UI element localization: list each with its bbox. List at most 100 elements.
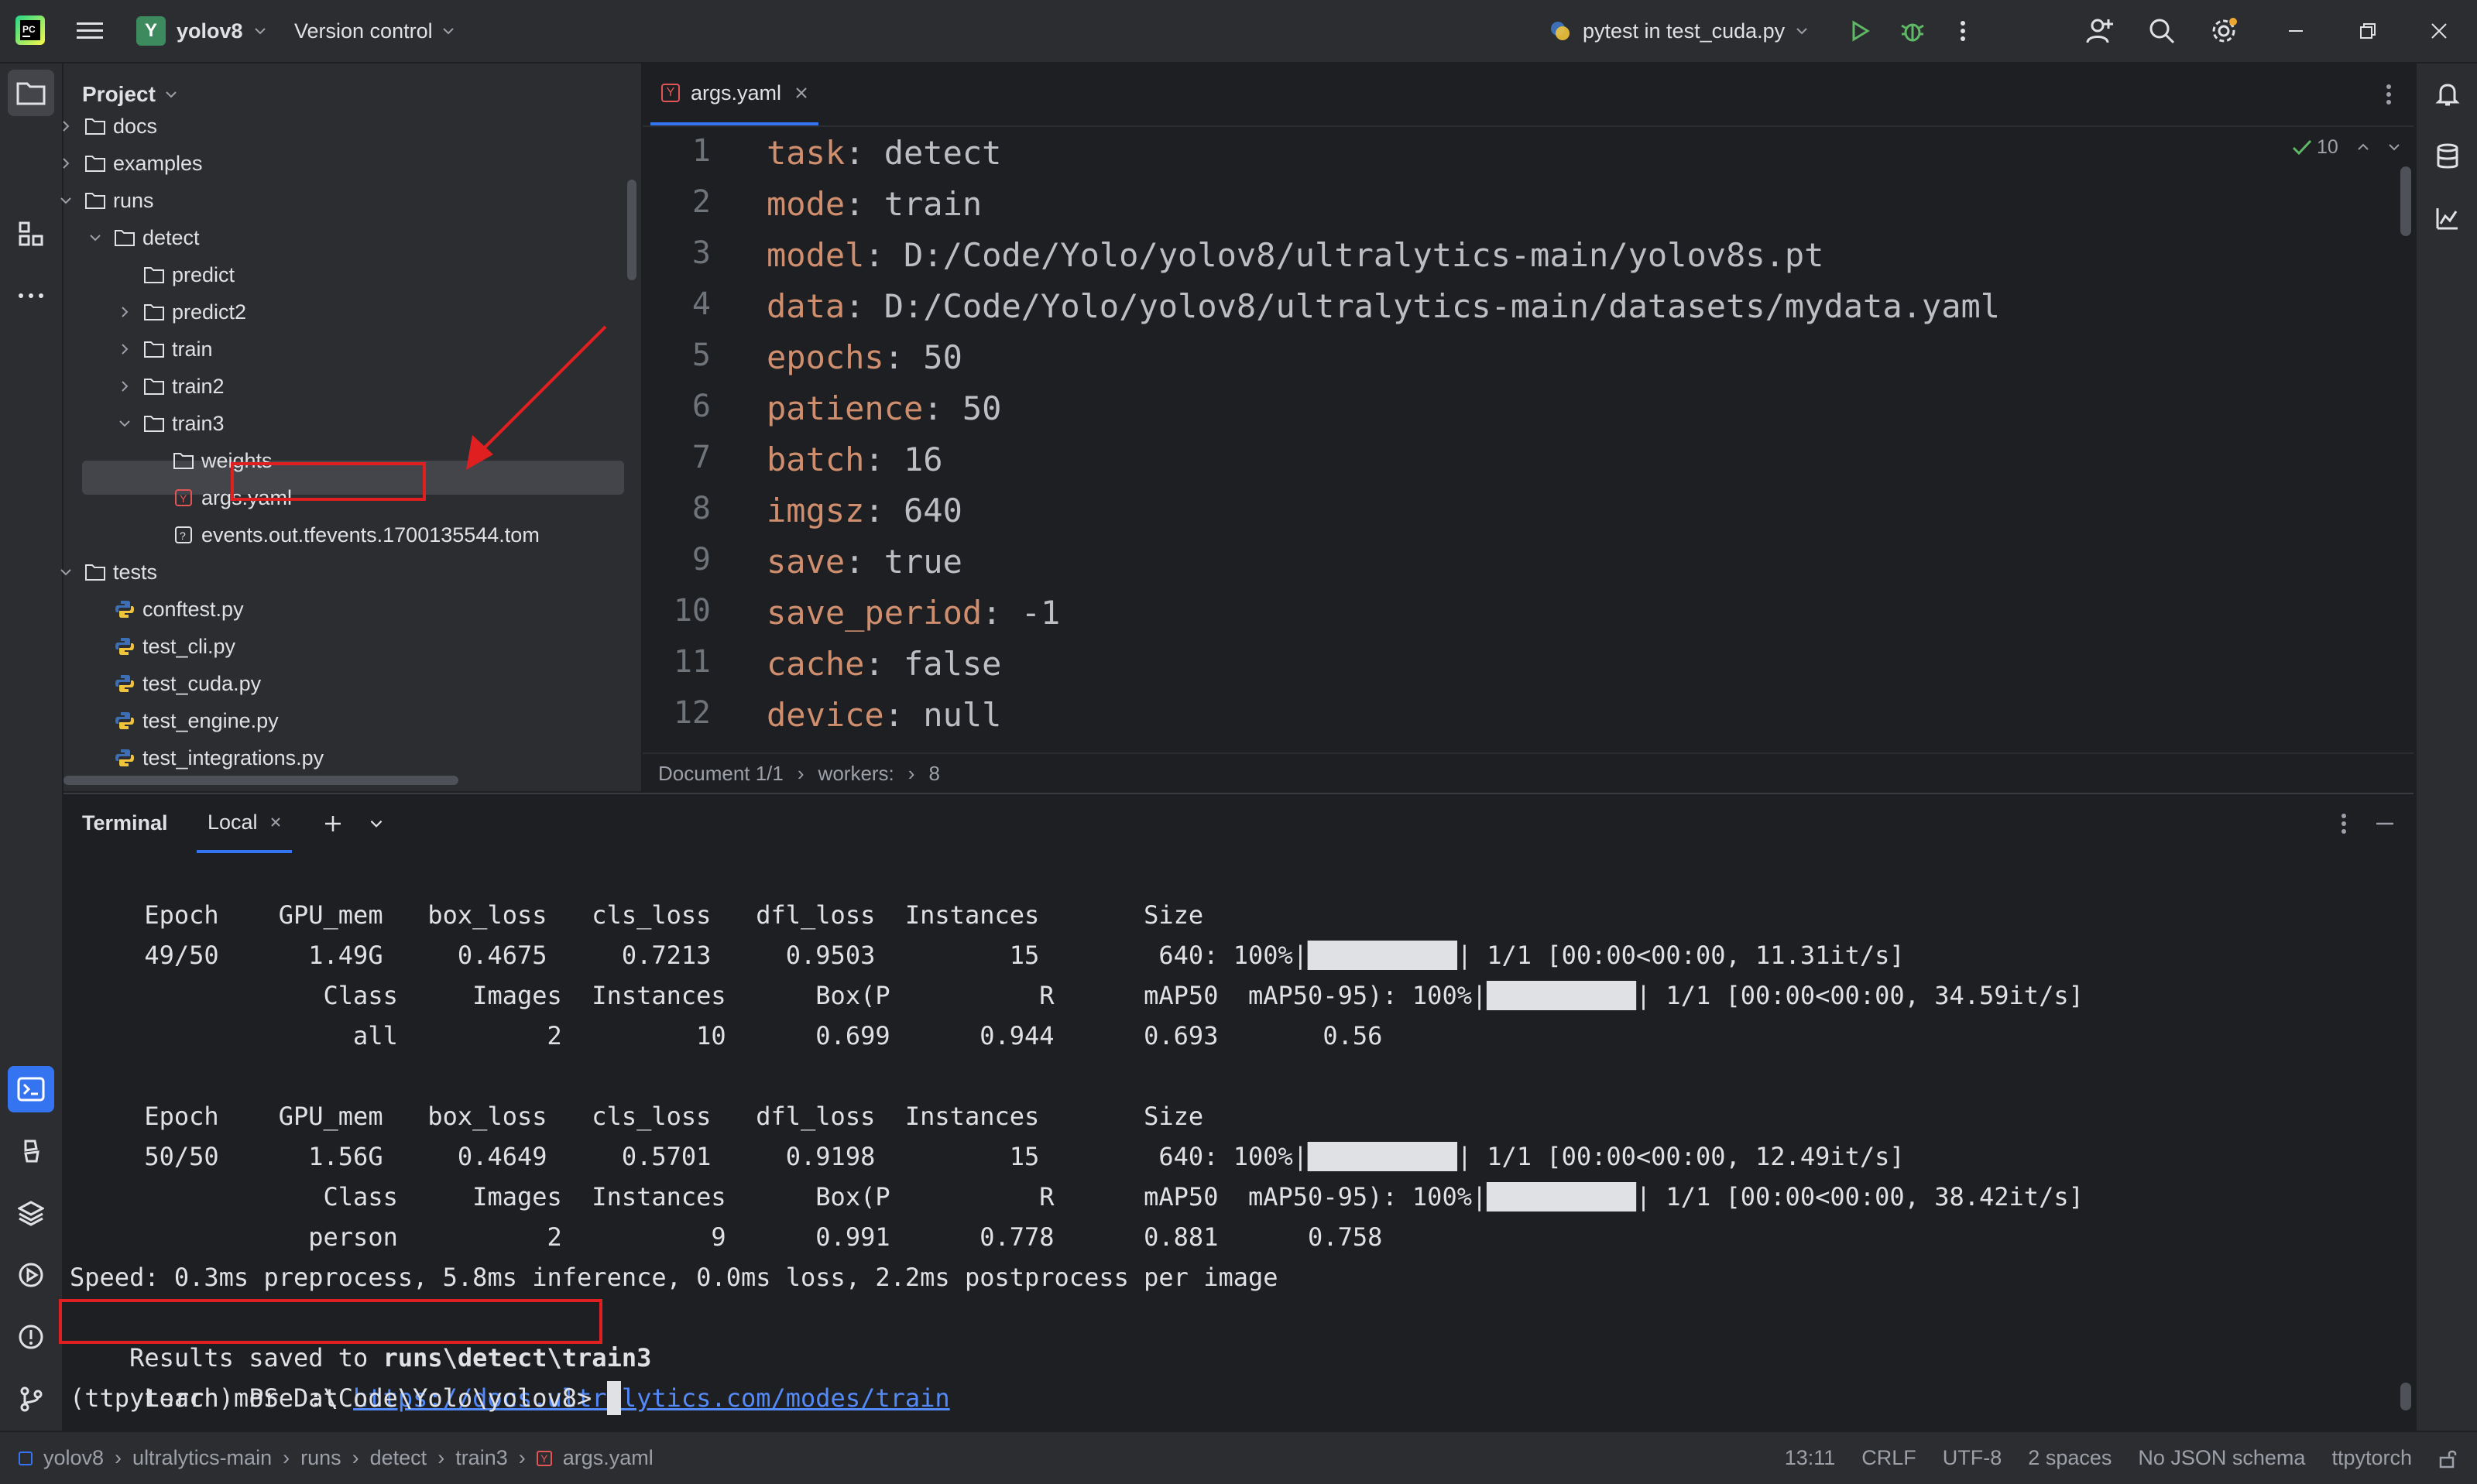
editor-tab-options[interactable] [2377, 79, 2400, 110]
tree-item-docs[interactable]: docs [56, 108, 157, 144]
editor-tab-args-yaml[interactable]: Y args.yaml [650, 63, 819, 125]
yaml-value: train [864, 184, 983, 223]
tree-item-conftest-py[interactable]: conftest.py [85, 591, 244, 627]
debug-button[interactable] [1897, 15, 1928, 46]
tree-item-test-engine-py[interactable]: test_engine.py [85, 703, 279, 739]
status-crumb[interactable]: yolov8 [43, 1446, 104, 1470]
tree-item-tests[interactable]: tests [56, 554, 157, 590]
chevron-down-icon[interactable] [2386, 139, 2402, 155]
pycharm-logo-icon[interactable]: PC [15, 15, 45, 45]
terminal-tool-button[interactable] [8, 1066, 54, 1112]
database-button[interactable] [2424, 133, 2471, 180]
chevron-down-icon[interactable] [56, 562, 76, 582]
tree-item-predict2[interactable]: predict2 [115, 294, 246, 330]
search-button[interactable] [2145, 14, 2179, 48]
terminal-dropdown-button[interactable] [361, 808, 392, 839]
tree-item-test-cuda-py[interactable]: test_cuda.py [85, 666, 261, 701]
chevron-down-icon[interactable] [56, 190, 76, 211]
crumb-workers[interactable]: workers: [818, 762, 894, 786]
code-line[interactable]: batch: 16 [767, 434, 943, 485]
code-line[interactable]: patience: 50 [767, 382, 1001, 434]
code-line[interactable]: save: true [767, 536, 962, 587]
chevron-down-icon[interactable] [115, 413, 135, 434]
chevron-right-icon[interactable] [115, 339, 135, 359]
chevron-down-icon[interactable] [85, 228, 105, 248]
code-line[interactable]: data: D:/Code/Yolo/yolov8/ultralytics-ma… [767, 280, 2000, 331]
tree-item-train3[interactable]: train3 [115, 406, 225, 441]
new-terminal-button[interactable] [317, 808, 348, 839]
tree-item-train2[interactable]: train2 [115, 368, 225, 404]
run-configuration-selector[interactable]: pytest in test_cuda.py [1549, 15, 1810, 46]
hide-terminal-button[interactable] [2369, 808, 2400, 839]
tree-item-runs[interactable]: runs [56, 183, 154, 218]
line-number: 5 [691, 338, 711, 373]
close-tab-icon[interactable] [270, 817, 281, 828]
code-line[interactable]: imgsz: 640 [767, 485, 962, 536]
structure-tool-button[interactable] [8, 211, 54, 257]
tree-item-train[interactable]: train [115, 331, 213, 367]
tree-horizontal-scrollbar[interactable] [63, 776, 458, 785]
chevron-right-icon[interactable] [115, 302, 135, 322]
chevron-up-icon[interactable] [2355, 139, 2371, 155]
minimize-button[interactable] [2280, 15, 2311, 46]
crumb-document[interactable]: Document 1/1 [658, 762, 784, 786]
restore-button[interactable] [2352, 15, 2383, 46]
python-packages-button[interactable] [8, 1190, 54, 1236]
chevron-right-icon[interactable] [56, 153, 76, 173]
version-control-menu[interactable]: Version control [294, 15, 456, 46]
json-schema[interactable]: No JSON schema [2138, 1446, 2305, 1470]
code-line[interactable]: mode: train [767, 178, 982, 229]
tree-item-examples[interactable]: examples [56, 146, 203, 181]
tree-item-detect[interactable]: detect [85, 220, 200, 255]
status-crumb[interactable]: runs [300, 1446, 341, 1470]
run-button[interactable] [1844, 15, 1875, 46]
terminal-scrollbar[interactable] [2400, 1383, 2411, 1410]
status-crumb[interactable]: detect [370, 1446, 427, 1470]
code-line[interactable]: cache: false [767, 638, 1001, 689]
python-console-button[interactable] [8, 1128, 54, 1174]
project-tool-button[interactable] [8, 70, 54, 116]
code-line[interactable]: device: null [767, 689, 1001, 740]
indent-setting[interactable]: 2 spaces [2028, 1446, 2112, 1470]
status-crumb[interactable]: args.yaml [563, 1446, 654, 1470]
terminal-prompt-line[interactable]: (ttpytorch) PS D:\Code\Yolo\yolov8> [70, 1378, 621, 1418]
tree-item-predict[interactable]: predict [115, 257, 235, 293]
project-panel-header[interactable]: Project [82, 79, 179, 110]
close-window-button[interactable] [2424, 15, 2455, 46]
code-line[interactable]: model: D:/Code/Yolo/yolov8/ultralytics-m… [767, 229, 1823, 280]
tree-scrollbar[interactable] [627, 180, 636, 280]
code-line[interactable]: epochs: 50 [767, 331, 962, 382]
main-menu-icon[interactable] [74, 17, 105, 45]
python-interpreter[interactable]: ttpytorch [2331, 1446, 2412, 1470]
code-with-me-button[interactable] [2083, 14, 2117, 48]
more-tools-button[interactable] [8, 272, 54, 319]
tree-item-test-cli-py[interactable]: test_cli.py [85, 629, 235, 664]
git-branch-icon [20, 1386, 43, 1412]
code-line[interactable]: task: detect [767, 127, 1001, 178]
chevron-right-icon[interactable] [56, 116, 76, 136]
services-button[interactable] [8, 1252, 54, 1298]
code-line[interactable]: save_period: -1 [767, 587, 1060, 638]
editor-scrollbar[interactable] [2400, 166, 2411, 236]
line-separator[interactable]: CRLF [1861, 1446, 1916, 1470]
file-encoding[interactable]: UTF-8 [1943, 1446, 2002, 1470]
settings-button[interactable] [2207, 14, 2241, 48]
chevron-right-icon[interactable] [115, 376, 135, 396]
status-crumb[interactable]: train3 [455, 1446, 508, 1470]
close-tab-icon[interactable] [795, 87, 808, 99]
project-switcher[interactable]: Y yolov8 [136, 15, 268, 46]
inspection-widget[interactable]: 10 [2292, 133, 2402, 161]
crumb-value[interactable]: 8 [928, 762, 939, 786]
tree-item-test-integrations-py[interactable]: test_integrations.py [85, 740, 324, 776]
unlock-icon[interactable] [2438, 1448, 2458, 1469]
more-actions-button[interactable] [1951, 15, 1974, 46]
sciview-button[interactable] [2424, 195, 2471, 242]
status-crumb[interactable]: ultralytics-main [132, 1446, 272, 1470]
git-button[interactable] [8, 1376, 54, 1422]
terminal-options-button[interactable] [2332, 808, 2355, 839]
problems-button[interactable] [8, 1314, 54, 1360]
caret-position[interactable]: 13:11 [1785, 1446, 1836, 1470]
notifications-button[interactable] [2424, 71, 2471, 118]
terminal-tab-local[interactable]: Local [197, 794, 292, 853]
